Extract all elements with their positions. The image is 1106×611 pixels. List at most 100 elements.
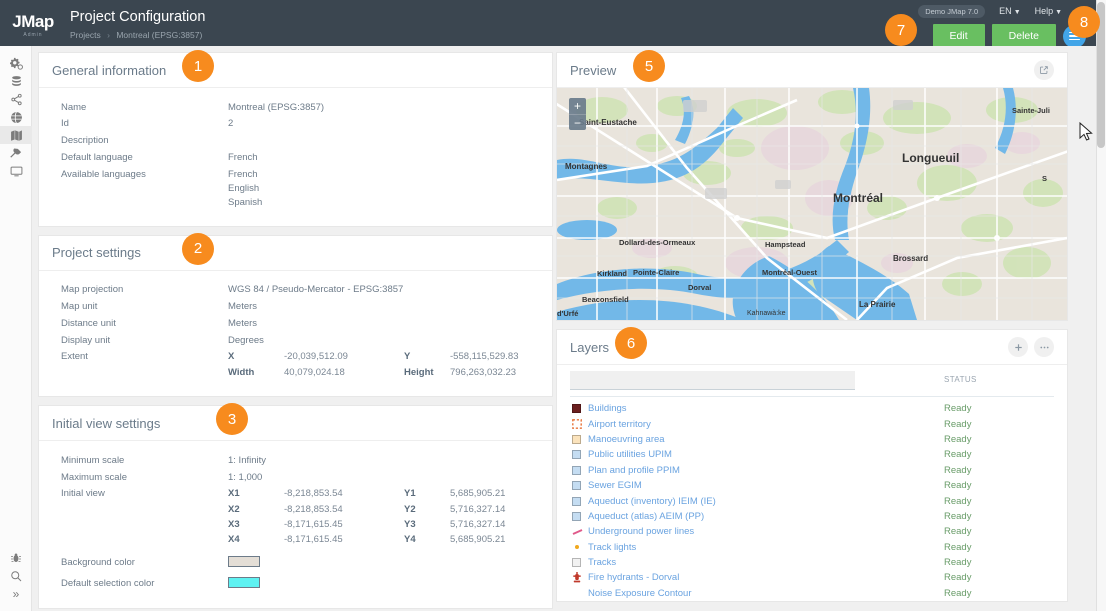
row-label: Id bbox=[61, 118, 69, 130]
table-row: Initial view X1 -8,218,853.54 Y1 5,685,9… bbox=[61, 486, 539, 550]
layer-row[interactable]: Noise Exposure Contour Ready bbox=[557, 586, 1067, 601]
layer-row[interactable]: Tracks Ready bbox=[557, 555, 1067, 570]
layer-row[interactable]: Fire hydrants - Dorval Ready bbox=[557, 570, 1067, 585]
selection-color-swatch[interactable] bbox=[228, 577, 260, 589]
layer-row[interactable]: Aqueduct (atlas) AEIM (PP) Ready bbox=[557, 509, 1067, 524]
layer-row[interactable]: Track lights Ready bbox=[557, 540, 1067, 555]
preview-title: Preview bbox=[570, 62, 617, 78]
delete-button[interactable]: Delete bbox=[991, 24, 1056, 48]
demo-version-badge: Demo JMap 7.0 bbox=[918, 4, 986, 18]
layers-search-input[interactable] bbox=[570, 371, 855, 390]
sidebar-item-settings[interactable] bbox=[0, 54, 32, 72]
layer-symbol bbox=[572, 404, 588, 414]
external-link-icon[interactable] bbox=[1034, 60, 1054, 80]
step-badge-1: 1 bbox=[182, 50, 214, 82]
row-label: Default language bbox=[61, 151, 133, 163]
table-row: Available languages French English Spani… bbox=[61, 166, 539, 212]
map-label: Pointe-Claire bbox=[633, 268, 680, 277]
map-label: Kahnawà:ke bbox=[747, 310, 786, 317]
layer-row[interactable]: Sewer EGIM Ready bbox=[557, 478, 1067, 493]
app-logo[interactable]: JMap Admin bbox=[0, 0, 66, 46]
layer-name[interactable]: Fire hydrants - Dorval bbox=[588, 572, 679, 583]
step-badge-7: 7 bbox=[885, 14, 917, 46]
layer-name[interactable]: Track lights bbox=[588, 542, 636, 553]
sidebar-item-projects[interactable] bbox=[0, 126, 32, 144]
layer-name[interactable]: Airport territory bbox=[588, 419, 651, 430]
table-row: Background color bbox=[61, 550, 539, 573]
layer-status: Ready bbox=[944, 572, 972, 584]
edit-button[interactable]: Edit bbox=[932, 24, 985, 48]
layers-more-button[interactable] bbox=[1034, 337, 1054, 357]
preview-card: Preview 5 + − Saint-Eustache Montagnes D… bbox=[556, 50, 1068, 321]
map-zoom-controls[interactable]: + − bbox=[569, 98, 586, 130]
layer-row[interactable]: Aqueduct (inventory) IEIM (IE) Ready bbox=[557, 493, 1067, 508]
mouse-cursor-icon bbox=[1079, 122, 1093, 141]
project-settings-title: Project settings bbox=[52, 245, 141, 261]
layer-name[interactable]: Aqueduct (inventory) IEIM (IE) bbox=[588, 496, 716, 507]
page-scrollbar-track[interactable] bbox=[1096, 0, 1106, 611]
sidebar-item-search[interactable] bbox=[0, 567, 32, 585]
coord-x-label: X1 bbox=[228, 488, 240, 500]
layer-name[interactable]: Tracks bbox=[588, 557, 616, 568]
help-menu[interactable]: Help ▼ bbox=[1035, 6, 1062, 16]
row-value: 2 bbox=[228, 118, 234, 130]
sidebar-item-spatial[interactable] bbox=[0, 108, 32, 126]
sidebar-item-data[interactable] bbox=[0, 72, 32, 90]
breadcrumb-root[interactable]: Projects bbox=[70, 30, 101, 40]
map-zoom-out-button[interactable]: − bbox=[569, 114, 586, 130]
map-label: Beaconsfield bbox=[582, 295, 629, 304]
initial-view-settings-card: Initial view settings 3 Minimum scale 1:… bbox=[38, 403, 553, 610]
table-row: Map unit Meters bbox=[61, 299, 539, 316]
layer-name[interactable]: Underground power lines bbox=[588, 526, 694, 537]
extent-table: X -20,039,512.09 Y -558,115,529.83 Width… bbox=[228, 350, 519, 381]
layer-row[interactable]: Buildings Ready bbox=[557, 401, 1067, 416]
extent-width-label: Width bbox=[228, 366, 255, 378]
step-badge-5: 5 bbox=[633, 50, 665, 82]
sidebar-item-extensions[interactable] bbox=[0, 144, 32, 162]
map-preview[interactable]: + − Saint-Eustache Montagnes Dollard-des-O… bbox=[557, 88, 1067, 320]
layer-row[interactable]: Underground power lines Ready bbox=[557, 524, 1067, 539]
sidebar-item-applications[interactable] bbox=[0, 162, 32, 180]
sidebar-item-expand[interactable]: » bbox=[0, 585, 32, 603]
layer-row[interactable]: Plan and profile PPIM Ready bbox=[557, 463, 1067, 478]
coord-x-value: -8,218,853.54 bbox=[284, 503, 343, 515]
layer-symbol bbox=[572, 558, 588, 568]
layer-name[interactable]: Plan and profile PPIM bbox=[588, 465, 680, 476]
map-label: Hampstead bbox=[765, 240, 806, 249]
layer-name[interactable]: Manoeuvring area bbox=[588, 434, 665, 445]
layer-row[interactable]: Airport territory Ready bbox=[557, 416, 1067, 431]
layer-status: Ready bbox=[944, 510, 972, 522]
sidebar-item-services[interactable] bbox=[0, 90, 32, 108]
layer-name[interactable]: Aqueduct (atlas) AEIM (PP) bbox=[588, 511, 704, 522]
layer-row[interactable]: Public utilities UPIM Ready bbox=[557, 447, 1067, 462]
table-row: X4 -8,171,615.45 Y4 5,685,905.21 bbox=[228, 533, 505, 548]
layer-symbol bbox=[572, 589, 588, 598]
background-color-swatch[interactable] bbox=[228, 555, 260, 567]
row-label: Default selection color bbox=[61, 578, 155, 590]
step-badge-8: 8 bbox=[1068, 6, 1100, 38]
initial-view-settings-table: Minimum scale 1: Infinity Maximum scale … bbox=[61, 452, 539, 594]
sidebar-item-debug[interactable] bbox=[0, 549, 32, 567]
coord-x-value: -8,171,615.45 bbox=[284, 518, 343, 530]
layer-name[interactable]: Sewer EGIM bbox=[588, 480, 642, 491]
language-selector[interactable]: EN ▼ bbox=[999, 6, 1020, 16]
layer-row[interactable]: Manoeuvring area Ready bbox=[557, 432, 1067, 447]
layer-symbol bbox=[572, 527, 588, 537]
layer-name[interactable]: Noise Exposure Contour bbox=[588, 588, 692, 599]
map-label: Kirkland bbox=[597, 269, 628, 278]
map-zoom-in-button[interactable]: + bbox=[569, 98, 586, 114]
table-row: Default selection color bbox=[61, 573, 539, 594]
map-label: S bbox=[1042, 174, 1048, 183]
fire-hydrant-icon bbox=[573, 572, 581, 583]
row-value: Meters bbox=[228, 317, 258, 329]
layer-color-swatch bbox=[572, 434, 581, 444]
table-row: X3 -8,171,615.45 Y3 5,716,327.14 bbox=[228, 518, 505, 533]
add-layer-button[interactable] bbox=[1008, 337, 1028, 357]
layer-name[interactable]: Public utilities UPIM bbox=[588, 449, 672, 460]
extent-y-label: Y bbox=[404, 351, 411, 363]
coord-y-value: 5,685,905.21 bbox=[450, 534, 506, 546]
language-item: Spanish bbox=[228, 197, 263, 209]
map-label: Dollard-des-Ormeaux bbox=[619, 238, 696, 247]
layer-name[interactable]: Buildings bbox=[588, 403, 627, 414]
layers-actions bbox=[1008, 337, 1054, 357]
